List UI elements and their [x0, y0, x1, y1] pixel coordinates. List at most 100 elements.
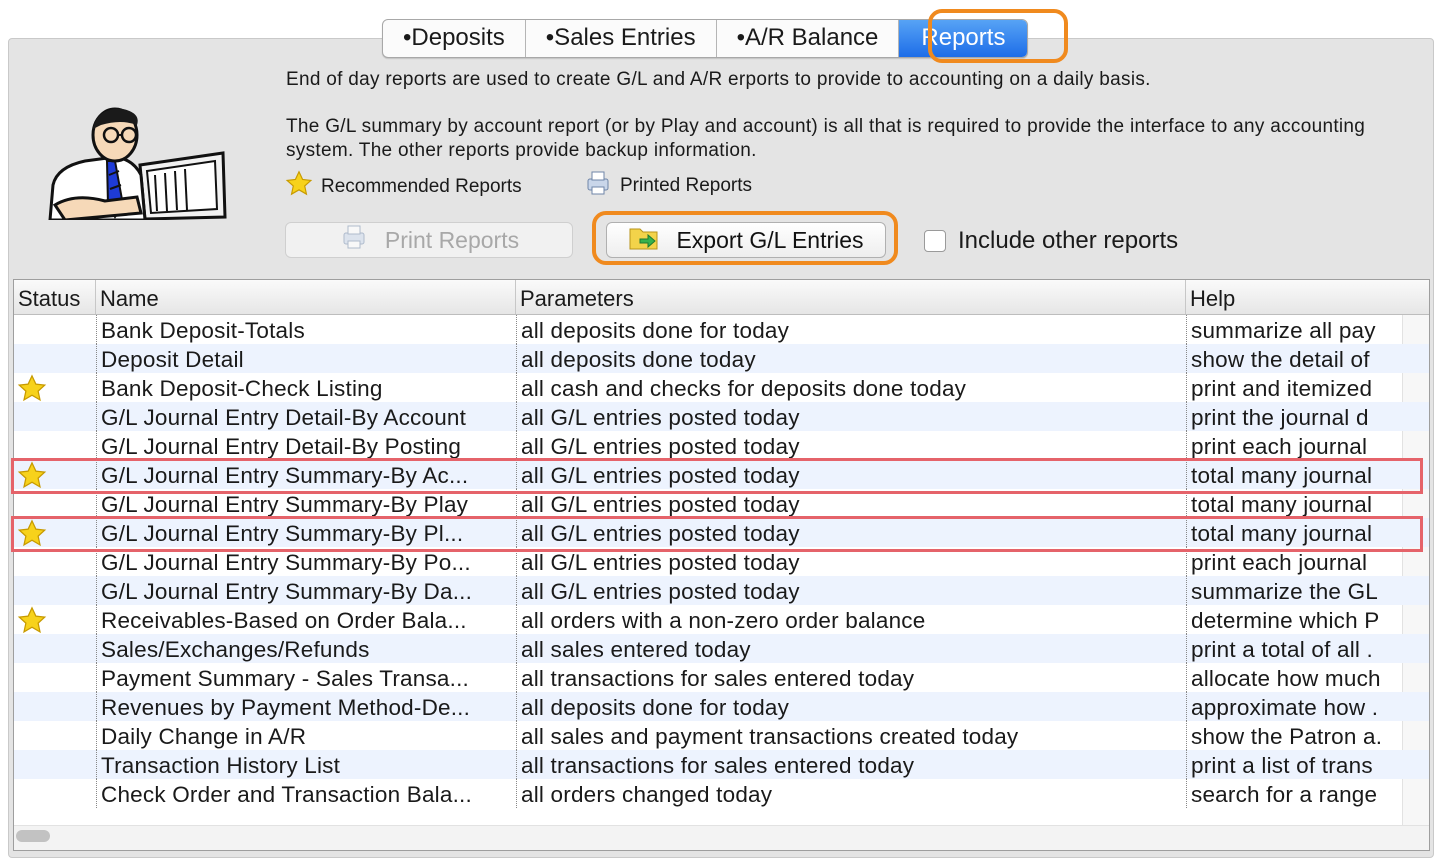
help-cell: determine which P [1186, 605, 1401, 634]
help-cell: print and itemized [1186, 373, 1401, 402]
status-cell [14, 344, 96, 373]
legend-recommended-label: Recommended Reports [321, 176, 522, 197]
help-cell: search for a range [1186, 779, 1401, 808]
printer-icon [584, 170, 612, 202]
help-cell: print a list of trans [1186, 750, 1401, 779]
report-name-cell: Sales/Exchanges/Refunds [96, 634, 516, 663]
table-row[interactable]: G/L Journal Entry Summary-By Ac... all G/… [14, 460, 1429, 489]
report-name-cell: G/L Journal Entry Summary-By Po... [96, 547, 516, 576]
parameters-cell: all G/L entries posted today [516, 402, 1186, 431]
help-cell: total many journal [1186, 460, 1401, 489]
description-line-1: End of day reports are used to create G/… [286, 69, 1151, 90]
help-cell: print a total of all . [1186, 634, 1401, 663]
status-cell [14, 431, 96, 460]
legend-recommended: Recommended Reports [285, 170, 522, 204]
report-name-cell: G/L Journal Entry Summary-By Ac... [96, 460, 516, 489]
include-other-reports-label: Include other reports [958, 227, 1179, 254]
printer-icon [339, 224, 369, 256]
status-cell [14, 663, 96, 692]
help-cell: approximate how . [1186, 692, 1401, 721]
table-row[interactable]: G/L Journal Entry Summary-By Play all G/L… [14, 489, 1429, 518]
report-name-cell: G/L Journal Entry Summary-By Pl... [96, 518, 516, 547]
table-row[interactable]: G/L Journal Entry Summary-By Pl... all G/… [14, 518, 1429, 547]
horizontal-scrollbar-thumb[interactable] [16, 830, 50, 842]
include-other-reports-checkbox[interactable]: Include other reports [924, 227, 1178, 255]
parameters-cell: all orders changed today [516, 779, 1186, 808]
parameters-cell: all orders with a non-zero order balance [516, 605, 1186, 634]
parameters-cell: all sales entered today [516, 634, 1186, 663]
status-cell [14, 605, 96, 634]
checkbox-box[interactable] [924, 230, 946, 252]
status-cell [14, 315, 96, 344]
table-row[interactable]: Check Order and Transaction Bala... all o… [14, 779, 1429, 808]
table-row[interactable]: G/L Journal Entry Summary-By Da... all G/… [14, 576, 1429, 605]
table-row[interactable]: Receivables-Based on Order Bala... all or… [14, 605, 1429, 634]
status-cell [14, 518, 96, 547]
parameters-cell: all deposits done for today [516, 315, 1186, 344]
column-header-name[interactable]: Name [96, 280, 516, 314]
column-header-help[interactable]: Help [1186, 280, 1429, 314]
table-row[interactable]: Sales/Exchanges/Refunds all sales entered… [14, 634, 1429, 663]
report-name-cell: Transaction History List [96, 750, 516, 779]
help-cell: total many journal [1186, 518, 1401, 547]
table-row[interactable]: Payment Summary - Sales Transa... all tra… [14, 663, 1429, 692]
export-gl-entries-label: Export G/L Entries [676, 226, 864, 253]
tab-sales-entries[interactable]: •Sales Entries [526, 20, 717, 57]
report-name-cell: Receivables-Based on Order Bala... [96, 605, 516, 634]
tab-reports[interactable]: Reports [899, 20, 1028, 57]
report-name-cell: G/L Journal Entry Detail-By Posting [96, 431, 516, 460]
help-cell: print each journal [1186, 431, 1401, 460]
parameters-cell: all G/L entries posted today [516, 518, 1186, 547]
help-cell: summarize all pay [1186, 315, 1401, 344]
parameters-cell: all sales and payment transactions creat… [516, 721, 1186, 750]
tab-ar-balance[interactable]: •A/R Balance [717, 20, 900, 57]
table-row[interactable]: G/L Journal Entry Detail-By Posting all G… [14, 431, 1429, 460]
description-line-2: The G/L summary by account report (or by… [286, 116, 1366, 161]
report-name-cell: Bank Deposit-Check Listing [96, 373, 516, 402]
table-row[interactable]: Revenues by Payment Method-De... all depo… [14, 692, 1429, 721]
status-cell [14, 460, 96, 489]
help-cell: print the journal d [1186, 402, 1401, 431]
table-row[interactable]: Bank Deposit-Check Listing all cash and c… [14, 373, 1429, 402]
parameters-cell: all G/L entries posted today [516, 489, 1186, 518]
table-row[interactable]: G/L Journal Entry Summary-By Po... all G/… [14, 547, 1429, 576]
help-cell: total many journal [1186, 489, 1401, 518]
status-cell [14, 750, 96, 779]
table-row[interactable]: G/L Journal Entry Detail-By Account all G… [14, 402, 1429, 431]
report-name-cell: G/L Journal Entry Summary-By Da... [96, 576, 516, 605]
export-gl-entries-button[interactable]: Export G/L Entries [606, 222, 886, 258]
help-cell: show the detail of [1186, 344, 1401, 373]
help-cell: print each journal [1186, 547, 1401, 576]
star-icon [17, 374, 47, 402]
parameters-cell: all deposits done today [516, 344, 1186, 373]
parameters-cell: all G/L entries posted today [516, 431, 1186, 460]
table-row[interactable]: Transaction History List all transactions… [14, 750, 1429, 779]
table-row[interactable]: Daily Change in A/R all sales and payment… [14, 721, 1429, 750]
folder-export-icon [628, 223, 660, 257]
help-cell: show the Patron a. [1186, 721, 1401, 750]
print-reports-label: Print Reports [384, 226, 520, 253]
column-header-status[interactable]: Status [14, 280, 96, 314]
table-row[interactable]: Bank Deposit-Totals all deposits done for… [14, 315, 1429, 344]
star-icon [285, 170, 313, 204]
star-icon [17, 519, 47, 547]
table-header: Status Name Parameters Help [14, 280, 1429, 315]
report-name-cell: Bank Deposit-Totals [96, 315, 516, 344]
tab-deposits[interactable]: •Deposits [383, 20, 526, 57]
reports-table: Status Name Parameters Help Bank Deposit… [13, 279, 1430, 851]
table-row[interactable]: Deposit Detail all deposits done today sho… [14, 344, 1429, 373]
parameters-cell: all transactions for sales entered today [516, 750, 1186, 779]
man-at-computer-icon [45, 105, 227, 225]
status-cell [14, 489, 96, 518]
status-cell [14, 692, 96, 721]
report-name-cell: Revenues by Payment Method-De... [96, 692, 516, 721]
horizontal-scroll-track[interactable] [14, 825, 1429, 850]
print-reports-button[interactable]: Print Reports [285, 222, 573, 258]
status-cell [14, 576, 96, 605]
report-name-cell: Check Order and Transaction Bala... [96, 779, 516, 808]
column-header-parameters[interactable]: Parameters [516, 280, 1186, 314]
status-cell [14, 373, 96, 402]
status-cell [14, 402, 96, 431]
report-name-cell: Deposit Detail [96, 344, 516, 373]
parameters-cell: all G/L entries posted today [516, 576, 1186, 605]
